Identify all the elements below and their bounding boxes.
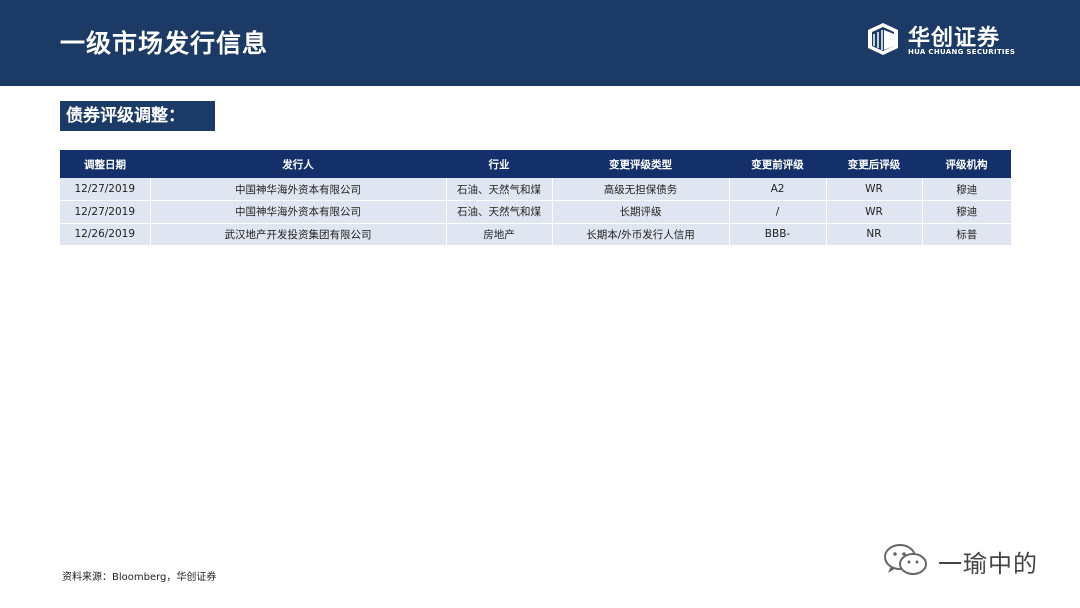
column-header: 行业 bbox=[446, 150, 552, 178]
table-cell: 穆迪 bbox=[922, 178, 1011, 201]
column-header: 变更评级类型 bbox=[552, 150, 729, 178]
table-cell: 长期评级 bbox=[552, 200, 730, 224]
table-cell: / bbox=[729, 200, 827, 224]
table-cell: 武汉地产开发投资集团有限公司 bbox=[150, 223, 447, 246]
table-cell: 12/26/2019 bbox=[60, 223, 151, 246]
table-cell: 石油、天然气和煤 bbox=[446, 178, 553, 201]
table-cell: 中国神华海外资本有限公司 bbox=[150, 200, 447, 224]
table-cell: 标普 bbox=[922, 223, 1011, 246]
table-row: 12/27/2019 中国神华海外资本有限公司 石油、天然气和煤 高级无担保债务… bbox=[60, 178, 1011, 201]
table-cell: 12/27/2019 bbox=[60, 178, 151, 201]
page-title: 一级市场发行信息 bbox=[60, 29, 269, 58]
column-header: 评级机构 bbox=[922, 150, 1011, 178]
company-logo: 华创证券 HUA CHUANG SECURITIES bbox=[864, 20, 1024, 60]
table-cell: 长期本/外币发行人信用 bbox=[552, 223, 730, 246]
table-cell: 房地产 bbox=[446, 223, 553, 246]
header-bar: 一级市场发行信息 华创证券 HUA CHUANG SECURITIES bbox=[0, 0, 1080, 86]
column-header: 调整日期 bbox=[60, 150, 150, 178]
table-header-row: 调整日期 发行人 行业 变更评级类型 变更前评级 变更后评级 评级机构 bbox=[60, 150, 1011, 178]
table-cell: 石油、天然气和煤 bbox=[446, 200, 553, 224]
wechat-icon bbox=[884, 544, 927, 575]
table-cell: WR bbox=[826, 200, 923, 224]
logo-english-name: HUA CHUANG SECURITIES bbox=[908, 48, 1016, 56]
table-cell: 12/27/2019 bbox=[60, 200, 151, 224]
table-row: 12/27/2019 中国神华海外资本有限公司 石油、天然气和煤 长期评级 / … bbox=[60, 200, 1011, 224]
table-cell: A2 bbox=[729, 178, 827, 201]
source-note: 资料来源：Bloomberg，华创证券 bbox=[62, 572, 217, 583]
column-header: 变更前评级 bbox=[729, 150, 826, 178]
table-cell: 穆迪 bbox=[922, 200, 1011, 224]
watermark-text: 一瑜中的 bbox=[938, 550, 1038, 578]
column-header: 发行人 bbox=[150, 150, 446, 178]
table-cell: 高级无担保债务 bbox=[552, 178, 730, 201]
table-cell: NR bbox=[826, 223, 923, 246]
table-cell: WR bbox=[826, 178, 923, 201]
cube-logo-icon bbox=[868, 23, 898, 55]
section-label: 债券评级调整： bbox=[60, 101, 215, 131]
table-row: 12/26/2019 武汉地产开发投资集团有限公司 房地产 长期本/外币发行人信… bbox=[60, 223, 1011, 246]
column-header: 变更后评级 bbox=[826, 150, 922, 178]
table-cell: 中国神华海外资本有限公司 bbox=[150, 178, 447, 201]
rating-adjustment-table: 调整日期 发行人 行业 变更评级类型 变更前评级 变更后评级 评级机构 12/2… bbox=[60, 150, 1011, 246]
wechat-watermark: 一瑜中的 bbox=[882, 540, 1052, 580]
table-cell: BBB- bbox=[729, 223, 827, 246]
